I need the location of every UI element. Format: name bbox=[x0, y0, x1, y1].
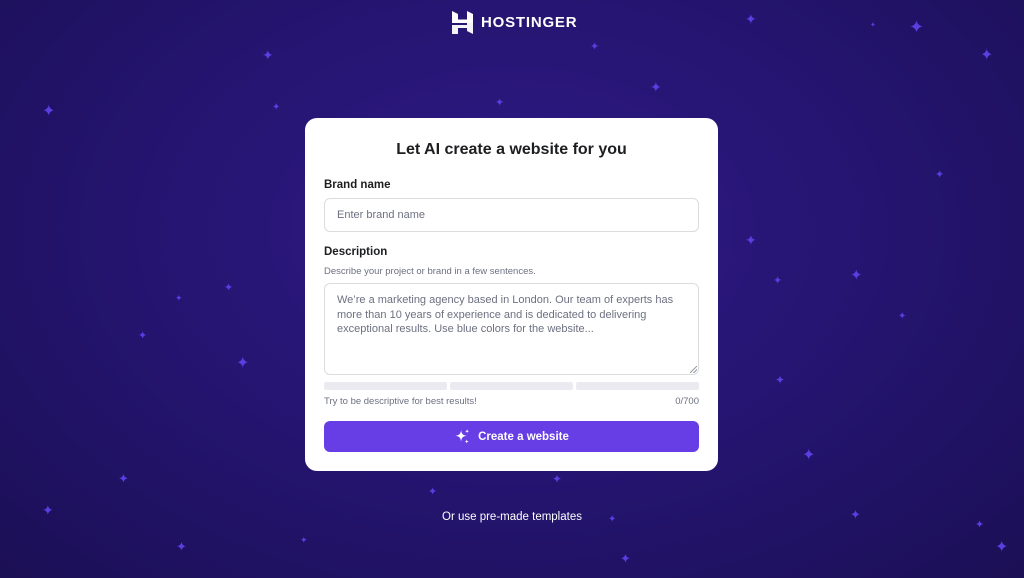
star-icon: ✦ bbox=[236, 355, 250, 372]
star-icon: ✦ bbox=[262, 47, 274, 63]
star-icon: ✦ bbox=[118, 471, 129, 486]
star-icon: ✦ bbox=[175, 293, 183, 303]
quality-meter-segment bbox=[450, 382, 573, 390]
description-hint: Describe your project or brand in a few … bbox=[324, 266, 536, 277]
star-icon: ✦ bbox=[650, 79, 662, 95]
star-icon: ✦ bbox=[745, 232, 757, 248]
star-icon: ✦ bbox=[909, 17, 925, 37]
star-icon: ✦ bbox=[42, 103, 56, 120]
brand-name: HOSTINGER bbox=[481, 14, 578, 31]
hostinger-logo[interactable]: HOSTINGER bbox=[452, 11, 577, 34]
star-icon: ✦ bbox=[138, 330, 148, 342]
character-counter: 0/700 bbox=[675, 396, 699, 407]
star-icon: ✦ bbox=[802, 447, 816, 464]
star-icon: ✦ bbox=[898, 311, 907, 322]
star-icon: ✦ bbox=[980, 47, 994, 64]
star-icon: ✦ bbox=[745, 11, 757, 27]
star-icon: ✦ bbox=[850, 267, 863, 284]
star-icon: ✦ bbox=[176, 539, 187, 554]
description-tip: Try to be descriptive for best results! bbox=[324, 396, 477, 407]
ai-website-builder-card: Let AI create a website for you Brand na… bbox=[305, 118, 718, 471]
create-website-button[interactable]: Create a website bbox=[324, 421, 699, 452]
star-icon: ✦ bbox=[428, 486, 438, 498]
star-icon: ✦ bbox=[300, 535, 308, 545]
star-icon: ✦ bbox=[775, 373, 786, 387]
star-icon: ✦ bbox=[935, 169, 945, 181]
sparkles-icon bbox=[455, 429, 470, 444]
textarea-resize-handle[interactable] bbox=[690, 366, 697, 373]
quality-meter-segment bbox=[576, 382, 699, 390]
quality-meter-segment bbox=[324, 382, 447, 390]
star-icon: ✦ bbox=[620, 551, 631, 566]
star-icon: ✦ bbox=[224, 282, 234, 294]
premade-templates-link[interactable]: Or use pre-made templates bbox=[0, 511, 1024, 523]
create-website-label: Create a website bbox=[478, 430, 569, 443]
star-icon: ✦ bbox=[552, 472, 563, 486]
star-icon: ✦ bbox=[995, 539, 1009, 556]
star-icon: ✦ bbox=[773, 275, 783, 287]
brand-name-label: Brand name bbox=[324, 179, 391, 191]
star-icon: ✦ bbox=[272, 102, 281, 113]
star-icon: ✦ bbox=[495, 97, 505, 109]
hostinger-logo-icon bbox=[452, 11, 473, 34]
card-title: Let AI create a website for you bbox=[396, 141, 627, 158]
star-icon: ✦ bbox=[870, 22, 876, 29]
description-quality-meter bbox=[324, 382, 699, 390]
star-icon: ✦ bbox=[590, 41, 600, 53]
brand-name-input[interactable] bbox=[324, 198, 699, 232]
description-textarea[interactable] bbox=[324, 283, 699, 375]
description-label: Description bbox=[324, 246, 388, 258]
